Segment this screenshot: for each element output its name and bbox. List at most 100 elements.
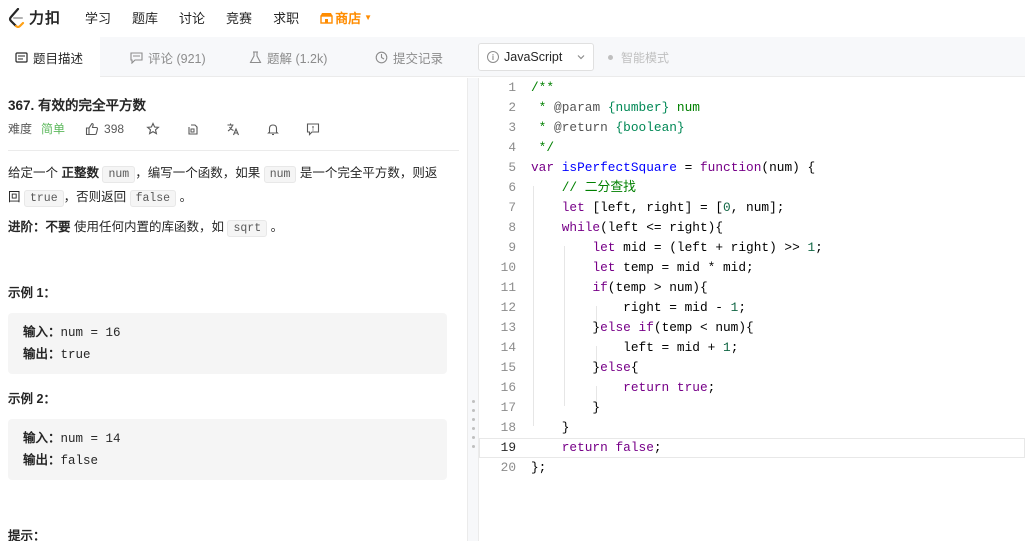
tab-solutions-label: 题解 (1.2k) [267,51,328,66]
line-number: 7 [508,200,516,215]
line-number: 13 [500,320,516,335]
difficulty-label: 难度 [8,122,33,136]
nav-shop[interactable]: 商店 ▼ [320,8,372,27]
code-line[interactable]: 12 right = mid - 1; [479,298,1025,318]
line-number: 5 [508,160,516,175]
language-select[interactable]: i JavaScript [478,43,594,71]
inline-code: true [23,190,64,207]
code-line[interactable]: 2 * @param {number} num [479,98,1025,118]
desc-text: 给定一个 [8,166,62,180]
problem-meta: 难度 简单 398 [8,120,346,137]
pane-splitter[interactable] [467,78,479,541]
line-number: 11 [500,280,516,295]
code-line[interactable]: 11 if(temp > num){ [479,278,1025,298]
code-text: let [left, right] = [0, num]; [561,200,785,215]
like-count: 398 [104,121,125,136]
like-button[interactable]: 398 [85,122,124,136]
code-line[interactable]: 5 var isPerfectSquare = function(num) { [479,158,1025,178]
tab-description[interactable]: 题目描述 [0,37,100,78]
desc-bold: 正整数 [61,166,99,180]
advance-text: 使用任何内置的库函数，如 [70,220,228,234]
tab-comments[interactable]: 评论 (921) [130,37,206,77]
line-number: 4 [508,140,516,155]
nav-discuss[interactable]: 讨论 [179,8,205,27]
logo[interactable]: 力扣 [8,7,68,28]
code-text: * @param {number} num [531,100,700,115]
line-number: 18 [500,420,516,435]
document-icon [15,52,28,63]
code-editor[interactable]: 1 /** 2 * @param {number} num 3 * @return {… [479,78,1025,541]
code-line[interactable]: 9 let mid = (left + right) >> 1; [479,238,1025,258]
logo-text: 力扣 [29,10,62,27]
status-dot-icon [608,55,613,60]
advance-bold: 不要 [45,220,71,234]
language-value: JavaScript [504,50,563,64]
code-text: }else{ [531,360,639,375]
code-text: /** [531,80,555,95]
inline-code: false [129,190,177,207]
tab-comments-label: 评论 (921) [148,51,206,66]
code-text: let temp = mid * mid; [592,260,754,275]
bell-icon[interactable] [266,122,280,136]
code-line[interactable]: 20}; [479,458,1025,478]
tab-description-label: 题目描述 [33,52,84,66]
code-line[interactable]: 19 return false; [479,438,1025,458]
advance-text: 。 [267,220,284,234]
smart-mode-toggle[interactable]: 智能模式 [608,49,669,66]
advanced-note: 进阶：不要 使用任何内置的库函数，如 sqrt 。 [8,216,283,240]
nav-problems[interactable]: 题库 [132,8,158,27]
clock-icon [375,51,388,63]
line-number: 6 [508,180,516,195]
star-icon[interactable] [146,121,160,136]
shop-label: 商店 [335,11,362,26]
code-line[interactable]: 10 let temp = mid * mid; [479,258,1025,278]
example-1-title: 示例 1： [8,286,56,300]
problem-title: 367. 有效的完全平方数 [8,98,147,113]
nav-learn[interactable]: 学习 [85,8,111,27]
line-number: 12 [500,300,516,315]
top-nav: 力扣 学习 题库 讨论 竞赛 求职 商店 ▼ [0,0,1025,35]
code-text: let mid = (left + right) >> 1; [592,240,823,255]
example-input: num = 14 [60,432,121,446]
tab-solutions[interactable]: 题解 (1.2k) [249,37,327,77]
line-number: 16 [500,380,516,395]
flask-icon [249,50,262,63]
feedback-icon[interactable] [306,122,320,136]
desc-text: 。 [176,190,193,204]
code-line[interactable]: 15 }else{ [479,358,1025,378]
line-number: 17 [500,400,516,415]
comment-icon [130,51,143,64]
code-line[interactable]: 7 let [left, right] = [0, num]; [479,198,1025,218]
example-input: num = 16 [60,326,121,340]
code-text: right = mid - 1; [531,300,747,315]
code-line[interactable]: 4 */ [479,138,1025,158]
code-text: return false; [561,440,662,455]
code-text: // 二分查找 [561,180,636,195]
line-number: 15 [500,360,516,375]
code-line[interactable]: 17 } [479,398,1025,418]
input-label: 输入： [23,325,61,339]
code-line[interactable]: 3 * @return {boolean} [479,118,1025,138]
line-number: 19 [500,440,516,455]
nav-contest[interactable]: 竞赛 [226,8,252,27]
share-icon[interactable] [186,122,200,136]
output-label: 输出： [23,347,61,361]
problem-pane: 367. 有效的完全平方数 难度 简单 398 给定一个 正整数 num ，编写… [0,78,467,541]
code-line[interactable]: 14 left = mid + 1; [479,338,1025,358]
code-line[interactable]: 13 }else if(temp < num){ [479,318,1025,338]
nav-jobs[interactable]: 求职 [273,8,299,27]
line-number: 1 [508,80,516,95]
line-number: 10 [500,260,516,275]
code-line[interactable]: 18 } [479,418,1025,438]
code-text: */ [531,140,555,155]
code-text: left = mid + 1; [531,340,739,355]
example-2-box: 输入：num = 14 输出：false [8,419,447,480]
code-line[interactable]: 8 while(left <= right){ [479,218,1025,238]
tab-submissions[interactable]: 提交记录 [375,37,443,77]
code-text: } [531,420,570,435]
translate-icon[interactable] [226,122,240,136]
code-line[interactable]: 6 // 二分查找 [479,178,1025,198]
line-number: 14 [500,340,516,355]
code-line[interactable]: 1 /** [479,78,1025,98]
code-line[interactable]: 16 return true; [479,378,1025,398]
